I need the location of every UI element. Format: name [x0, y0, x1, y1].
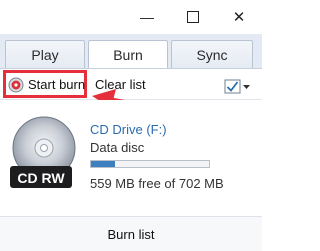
- maximize-icon: [187, 11, 199, 23]
- drive-name-link[interactable]: CD Drive (F:): [90, 122, 167, 137]
- tab-sync-label: Sync: [196, 46, 228, 63]
- burn-disc-icon: [8, 77, 24, 92]
- start-burn-button[interactable]: Start burn: [8, 72, 85, 97]
- disc-type-badge: CD RW: [17, 170, 65, 186]
- clear-list-button[interactable]: Clear list: [95, 72, 146, 97]
- tab-play[interactable]: Play: [5, 40, 85, 68]
- tab-burn-label: Burn: [113, 47, 143, 63]
- tab-strip: Play Burn Sync: [0, 34, 262, 69]
- burn-toolbar: Start burn Clear list: [0, 68, 262, 100]
- clear-list-label: Clear list: [95, 77, 146, 92]
- minimize-icon: —: [140, 9, 154, 25]
- close-button[interactable]: ✕: [216, 0, 262, 34]
- burn-list-title: Burn list: [107, 226, 155, 242]
- tab-sync[interactable]: Sync: [171, 40, 253, 68]
- start-burn-label: Start burn: [28, 77, 86, 92]
- minimize-button[interactable]: —: [124, 0, 170, 34]
- checklist-options-icon: [224, 79, 250, 93]
- capacity-bar: [90, 160, 210, 168]
- burn-list-header: Burn list: [0, 216, 262, 251]
- maximize-button[interactable]: [170, 0, 216, 34]
- list-options-button[interactable]: [224, 74, 252, 99]
- capacity-text: 559 MB free of 702 MB: [90, 176, 224, 191]
- capacity-bar-fill: [91, 161, 115, 167]
- tab-burn[interactable]: Burn: [88, 40, 168, 69]
- disc-type-text: Data disc: [90, 140, 145, 155]
- drive-panel: CD RW CD Drive (F:) Data disc 559 MB fre…: [0, 100, 262, 216]
- title-bar: — ✕: [0, 0, 262, 34]
- close-icon: ✕: [232, 9, 246, 26]
- tab-play-label: Play: [31, 46, 59, 63]
